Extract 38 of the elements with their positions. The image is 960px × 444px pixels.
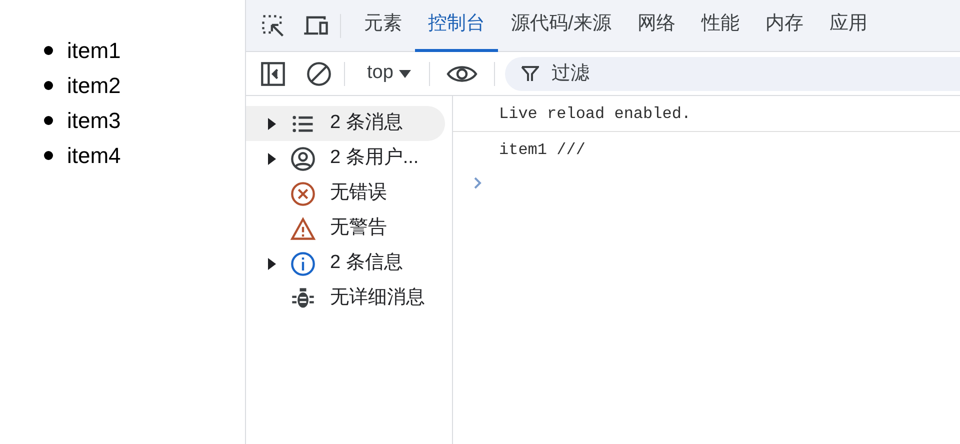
list-item: item1 — [67, 36, 121, 64]
sidebar-item[interactable]: 无错误 — [246, 176, 445, 211]
clear-icon[interactable] — [306, 60, 332, 86]
warning-icon — [290, 216, 316, 242]
panel-tab[interactable]: 控制台 — [415, 0, 498, 52]
bullet — [44, 116, 53, 124]
caret-icon — [399, 68, 412, 78]
expand-arrow-icon[interactable] — [268, 258, 276, 270]
filter-icon — [521, 64, 540, 82]
console-message: item1 /// — [499, 140, 586, 161]
panel-tab[interactable]: 网络 — [624, 0, 688, 52]
filter-field[interactable]: 过滤 — [505, 56, 960, 90]
panel-tab[interactable]: 性能 — [688, 0, 752, 52]
context-dropdown[interactable]: top — [357, 59, 422, 88]
select-element-icon[interactable] — [260, 12, 286, 38]
bullet — [44, 150, 53, 160]
expand-arrow-icon[interactable] — [268, 118, 276, 130]
bullet — [44, 46, 53, 54]
info-icon — [290, 250, 316, 276]
panel-tab[interactable]: 源代码/来源 — [498, 0, 624, 52]
bullet — [44, 80, 53, 90]
error-icon — [290, 180, 316, 206]
sidebar-item[interactable]: 2 条信息 — [246, 246, 445, 281]
sidebar-item[interactable]: 无详细消息 — [246, 281, 445, 316]
user-icon — [290, 146, 316, 172]
sidebar-toggle-icon[interactable] — [260, 60, 286, 86]
list-item: item4 — [67, 142, 121, 170]
panel-tab[interactable]: 应用 — [816, 0, 880, 52]
sidebar-item[interactable]: 2 条用户... — [246, 141, 445, 176]
list-item: item2 — [67, 72, 121, 100]
sidebar-item[interactable]: 2 条消息 — [246, 106, 445, 141]
panel-tab[interactable]: 内存 — [752, 0, 816, 52]
console-message: Live reload enabled. — [499, 104, 692, 124]
prompt-chevron-icon[interactable] — [473, 176, 483, 190]
sidebar-item[interactable]: 无警告 — [246, 211, 445, 246]
panel-tab[interactable]: 元素 — [351, 0, 415, 52]
expand-arrow-icon[interactable] — [268, 152, 276, 164]
list-item: item3 — [67, 106, 121, 134]
